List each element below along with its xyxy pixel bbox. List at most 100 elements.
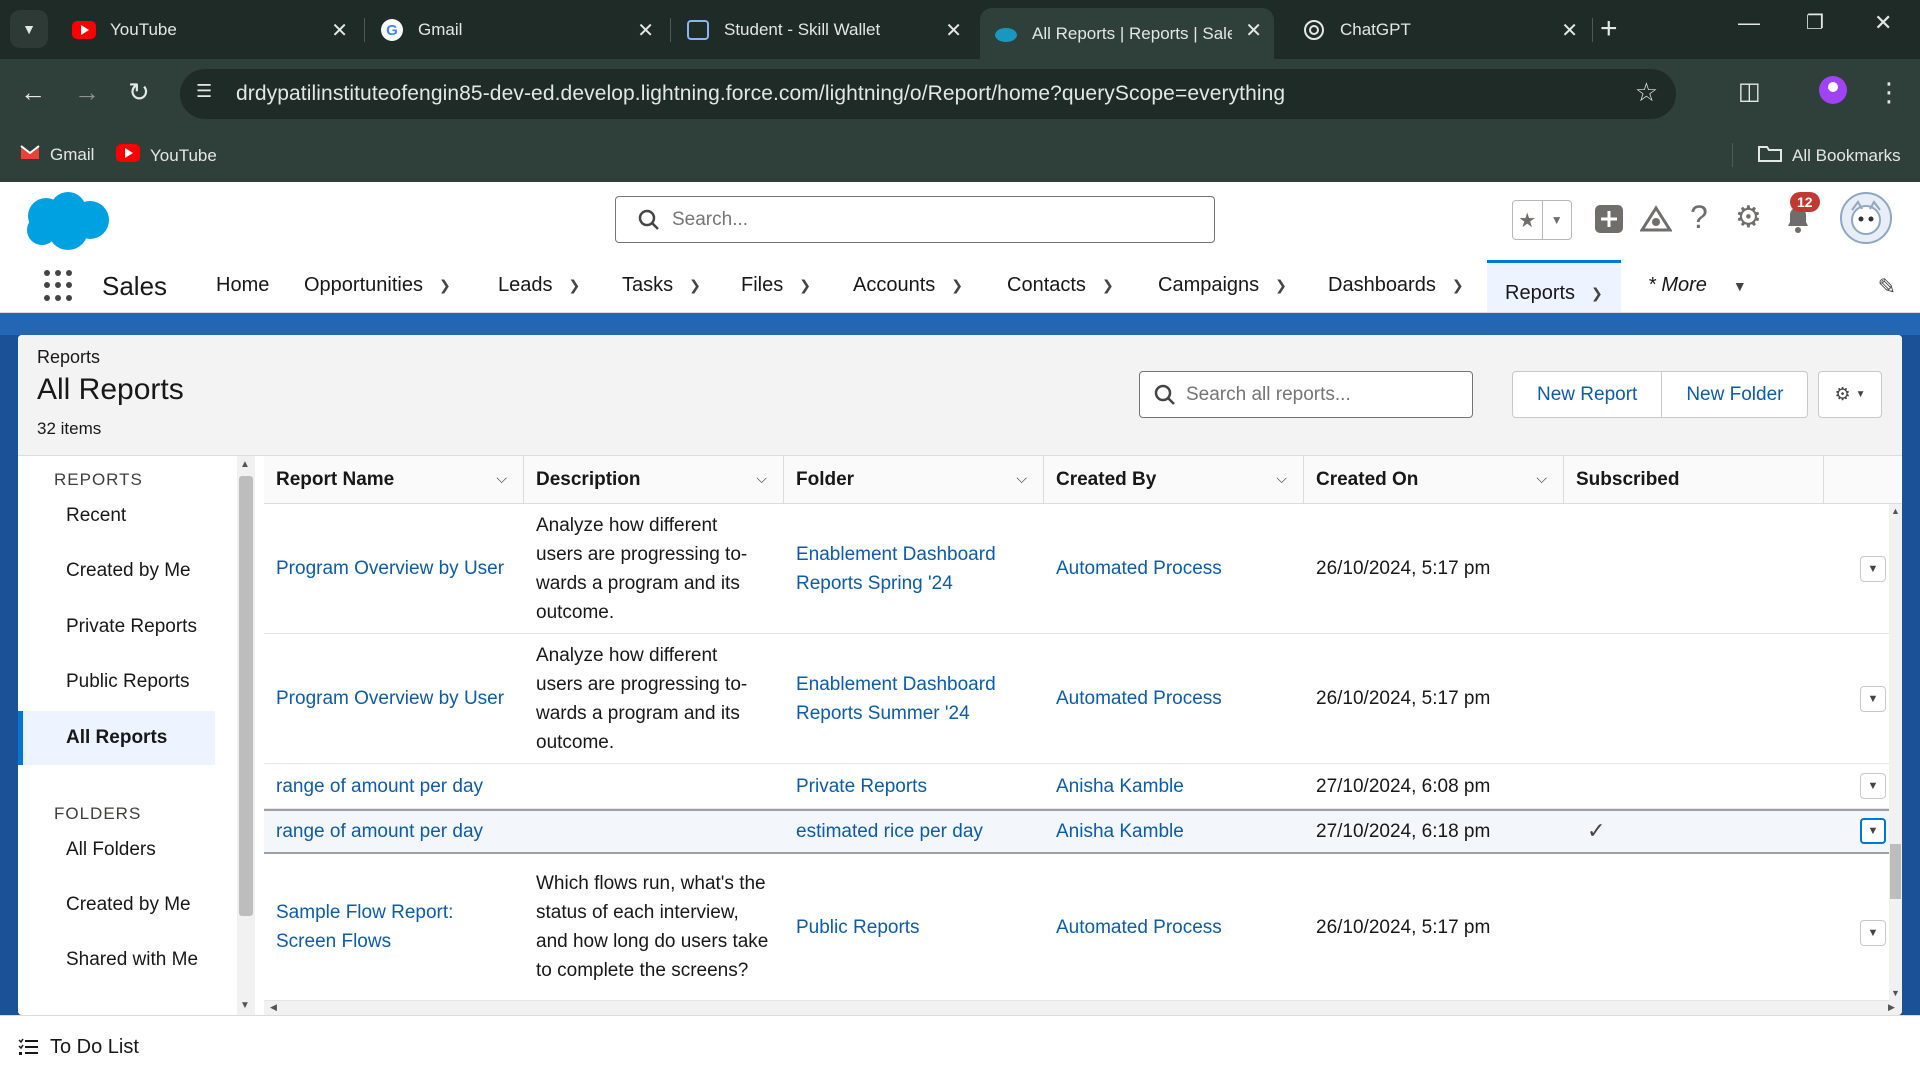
row-actions-button[interactable]: ▼ bbox=[1860, 818, 1886, 844]
nav-item-opportunities[interactable]: Opportunities ❯ bbox=[304, 274, 451, 297]
chevron-down-icon[interactable]: ⌵ bbox=[1536, 470, 1547, 487]
report-search[interactable] bbox=[1139, 371, 1473, 418]
report-name[interactable]: Program Overview by User bbox=[276, 554, 504, 583]
sidebar-item-all-folders[interactable]: All Folders bbox=[18, 824, 215, 876]
chevron-down-icon[interactable]: ❯ bbox=[1275, 277, 1287, 294]
all-bookmarks-button[interactable]: All Bookmarks bbox=[1758, 144, 1901, 167]
breadcrumb[interactable]: Reports bbox=[37, 347, 100, 368]
browser-menu-icon[interactable]: ⋮ bbox=[1876, 77, 1902, 107]
report-name[interactable]: range of amount per day bbox=[276, 817, 483, 846]
extensions-icon[interactable]: ◫ bbox=[1738, 77, 1761, 107]
folder-link[interactable]: estimated rice per day bbox=[784, 811, 1024, 852]
nav-item-home[interactable]: Home bbox=[216, 274, 269, 297]
profile-icon[interactable] bbox=[1818, 75, 1848, 111]
sidebar-item-shared-with-me[interactable]: Shared with Me bbox=[18, 934, 215, 986]
column-header-created-by[interactable]: Created By ⌵ bbox=[1044, 456, 1304, 504]
sidebar-item-folders-created-by-me[interactable]: Created by Me bbox=[18, 879, 215, 931]
table-vertical-scrollbar[interactable]: ▲ ▼ bbox=[1889, 504, 1902, 1001]
url-field[interactable]: ☰ drdypatilinstituteofengin85-dev-ed.dev… bbox=[180, 69, 1676, 119]
row-actions-button[interactable]: ▼ bbox=[1860, 686, 1886, 712]
column-header-folder[interactable]: Folder ⌵ bbox=[784, 456, 1044, 504]
folder-name[interactable]: Enablement Dashboard Reports Spring '24 bbox=[796, 540, 1024, 598]
report-name[interactable]: Sample Flow Report: Screen Flows bbox=[276, 898, 484, 956]
report-name-link[interactable]: range of amount per day bbox=[264, 764, 524, 808]
global-actions-icon[interactable] bbox=[1594, 204, 1624, 241]
scrollbar-thumb[interactable] bbox=[239, 476, 253, 916]
salesforce-logo[interactable] bbox=[22, 190, 112, 259]
chevron-down-icon[interactable]: ❯ bbox=[1452, 277, 1464, 294]
edit-nav-pencil-icon[interactable]: ✎ bbox=[1878, 274, 1896, 300]
created-by-name[interactable]: Anisha Kamble bbox=[1056, 817, 1184, 846]
created-by-link[interactable]: Anisha Kamble bbox=[1044, 811, 1284, 852]
scroll-right-icon[interactable]: ▶ bbox=[1888, 1002, 1895, 1013]
sidebar-item-all-reports[interactable]: All Reports bbox=[18, 711, 215, 765]
sidebar-item-private-reports[interactable]: Private Reports bbox=[18, 601, 215, 653]
setup-gear-icon[interactable]: ⚙ bbox=[1735, 200, 1762, 235]
close-icon[interactable]: ✕ bbox=[1245, 18, 1262, 43]
avatar[interactable] bbox=[1840, 192, 1892, 244]
restore-icon[interactable]: ❐ bbox=[1806, 10, 1824, 35]
created-by-link[interactable]: Automated Process bbox=[1044, 634, 1284, 763]
scroll-down-icon[interactable]: ▼ bbox=[240, 1000, 250, 1011]
back-icon[interactable]: ← bbox=[20, 77, 46, 107]
tab-youtube[interactable]: YouTube ✕ bbox=[58, 8, 360, 52]
nav-item-campaigns[interactable]: Campaigns ❯ bbox=[1158, 274, 1287, 297]
nav-item-reports[interactable]: Reports ❯ bbox=[1487, 260, 1621, 312]
column-header-report-name[interactable]: Report Name ⌵ bbox=[264, 456, 524, 504]
folder-link[interactable]: Public Reports bbox=[784, 854, 1024, 1000]
chevron-down-icon[interactable]: ❯ bbox=[1102, 277, 1114, 294]
new-tab-icon[interactable]: + bbox=[1600, 14, 1618, 44]
report-name-link[interactable]: Program Overview by User bbox=[264, 504, 524, 633]
scroll-left-icon[interactable]: ◀ bbox=[270, 1002, 277, 1013]
reload-icon[interactable]: ↻ bbox=[128, 77, 150, 107]
table-horizontal-scrollbar[interactable]: ◀ ▶ bbox=[264, 1001, 1902, 1015]
created-by-name[interactable]: Automated Process bbox=[1056, 684, 1222, 713]
folder-name[interactable]: Enablement Dashboard Reports Summer '24 bbox=[796, 670, 1024, 728]
new-folder-button[interactable]: New Folder bbox=[1662, 371, 1809, 418]
favorites-button[interactable]: ★ ▼ bbox=[1512, 200, 1572, 240]
close-window-icon[interactable]: ✕ bbox=[1874, 10, 1892, 36]
report-search-input[interactable] bbox=[1186, 380, 1466, 410]
caret-down-icon[interactable]: ▼ bbox=[1733, 278, 1747, 294]
sidebar-item-recent[interactable]: Recent bbox=[18, 490, 215, 542]
nav-item-tasks[interactable]: Tasks ❯ bbox=[622, 274, 701, 297]
bookmark-youtube[interactable]: YouTube bbox=[116, 144, 217, 167]
chevron-down-icon[interactable]: ⌵ bbox=[1276, 470, 1287, 487]
close-icon[interactable]: ✕ bbox=[1561, 18, 1578, 43]
tab-search-button[interactable]: ▼ bbox=[10, 10, 48, 48]
bookmark-star-icon[interactable]: ☆ bbox=[1635, 77, 1658, 108]
nav-item-leads[interactable]: Leads ❯ bbox=[498, 274, 580, 297]
nav-item-contacts[interactable]: Contacts ❯ bbox=[1007, 274, 1114, 297]
chevron-down-icon[interactable]: ⌵ bbox=[496, 470, 507, 487]
created-by-link[interactable]: Automated Process bbox=[1044, 504, 1284, 633]
folder-link[interactable]: Private Reports bbox=[784, 764, 1024, 808]
tab-skill-wallet[interactable]: Student - Skill Wallet ✕ bbox=[672, 8, 974, 52]
chevron-down-icon[interactable]: ▼ bbox=[1541, 201, 1572, 239]
scroll-down-icon[interactable]: ▼ bbox=[1891, 988, 1900, 998]
chevron-down-icon[interactable]: ❯ bbox=[951, 277, 963, 294]
row-actions-button[interactable]: ▼ bbox=[1860, 920, 1886, 946]
scroll-up-icon[interactable]: ▲ bbox=[240, 459, 250, 470]
app-launcher-icon[interactable] bbox=[44, 270, 76, 302]
close-icon[interactable]: ✕ bbox=[637, 18, 654, 43]
tab-gmail[interactable]: G Gmail ✕ bbox=[366, 8, 666, 52]
report-name-link[interactable]: Sample Flow Report: Screen Flows bbox=[264, 854, 484, 1000]
global-search[interactable] bbox=[615, 196, 1215, 243]
folder-link[interactable]: Enablement Dashboard Reports Spring '24 bbox=[784, 504, 1024, 633]
folder-link[interactable]: Enablement Dashboard Reports Summer '24 bbox=[784, 634, 1024, 763]
folder-name[interactable]: Private Reports bbox=[796, 772, 927, 801]
folder-name[interactable]: Public Reports bbox=[796, 913, 920, 942]
sidebar-item-created-by-me[interactable]: Created by Me bbox=[18, 545, 215, 597]
column-header-subscribed[interactable]: Subscribed bbox=[1564, 456, 1824, 504]
nav-item-more[interactable]: * More ▼ bbox=[1648, 274, 1747, 297]
trailhead-icon[interactable] bbox=[1639, 204, 1673, 241]
scroll-up-icon[interactable]: ▲ bbox=[1891, 506, 1900, 516]
column-header-created-on[interactable]: Created On ⌵ bbox=[1304, 456, 1564, 504]
folder-name[interactable]: estimated rice per day bbox=[796, 817, 983, 846]
nav-item-files[interactable]: Files ❯ bbox=[741, 274, 811, 297]
chevron-down-icon[interactable]: ⌵ bbox=[1016, 470, 1027, 487]
close-icon[interactable]: ✕ bbox=[331, 18, 348, 43]
chevron-down-icon[interactable]: ❯ bbox=[1591, 285, 1603, 302]
chevron-down-icon[interactable]: ❯ bbox=[799, 277, 811, 294]
chevron-down-icon[interactable]: ❯ bbox=[569, 277, 581, 294]
